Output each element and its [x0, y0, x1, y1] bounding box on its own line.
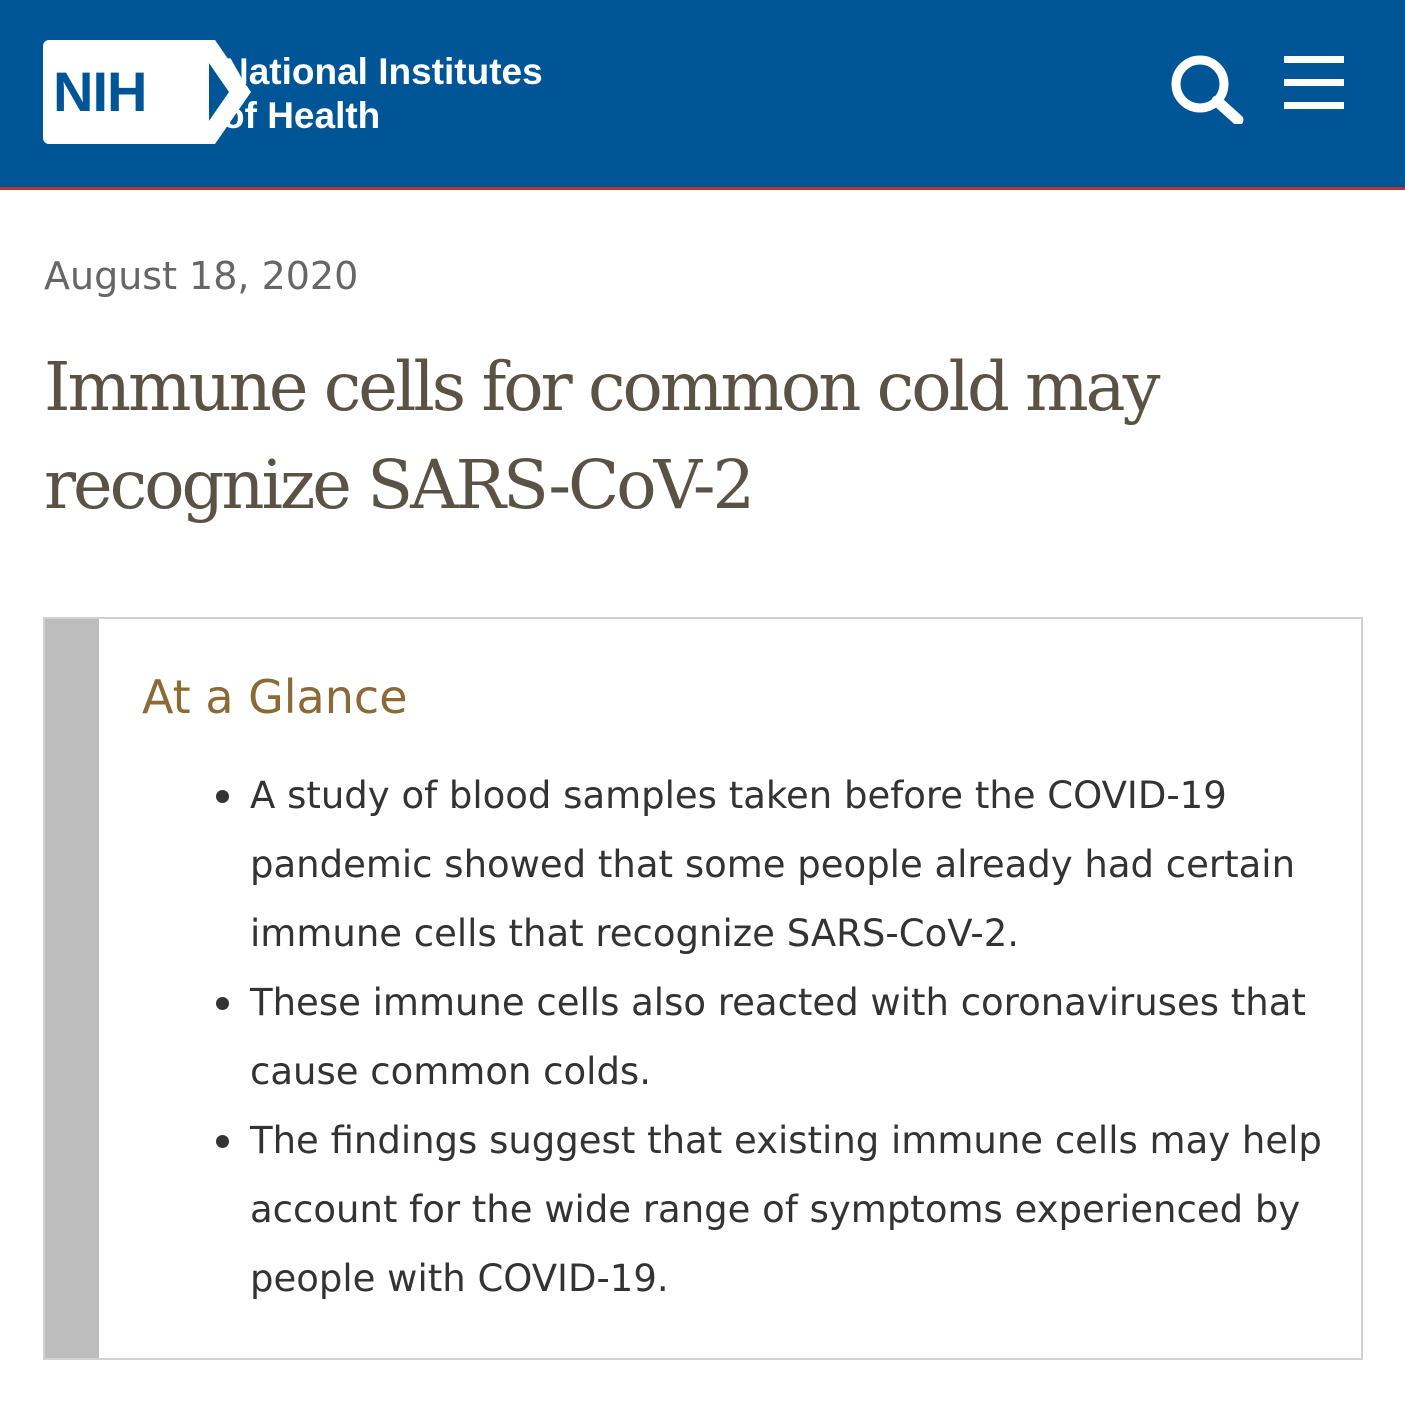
site-header: NIH National Institutes of Health	[0, 0, 1405, 190]
at-a-glance-box: At a Glance A study of blood samples tak…	[43, 617, 1363, 1360]
article-date: August 18, 2020	[44, 254, 359, 298]
at-a-glance-sidebar	[45, 619, 99, 1358]
nih-logo-badge: NIH	[43, 40, 209, 144]
nih-logo-abbr: NIH	[53, 60, 147, 123]
bullet-icon	[216, 790, 229, 803]
list-item-text: The findings suggest that existing immun…	[250, 1119, 1322, 1300]
list-item-text: These immune cells also reacted with cor…	[250, 981, 1306, 1093]
nih-logo-wordmark: National Institutes of Health	[222, 50, 543, 138]
list-item-text: A study of blood samples taken before th…	[250, 774, 1296, 955]
article-title: Immune cells for common cold may recogni…	[44, 348, 1160, 524]
bullet-icon	[216, 1135, 229, 1148]
nih-logo-line1: National Institutes	[222, 51, 543, 92]
bullet-icon	[216, 997, 229, 1010]
list-item: These immune cells also reacted with cor…	[216, 968, 1330, 1106]
nih-logo-link[interactable]: NIH National Institutes of Health	[43, 40, 563, 146]
nih-logo-line2: of Health	[222, 95, 381, 136]
list-item: A study of blood samples taken before th…	[216, 761, 1330, 968]
menu-button[interactable]	[1280, 52, 1348, 114]
hamburger-menu-icon	[1284, 56, 1344, 109]
search-button[interactable]	[1168, 52, 1246, 126]
search-icon	[1171, 55, 1244, 126]
at-a-glance-list: A study of blood samples taken before th…	[216, 761, 1330, 1313]
list-item: The findings suggest that existing immun…	[216, 1106, 1330, 1313]
at-a-glance-heading: At a Glance	[142, 670, 408, 724]
